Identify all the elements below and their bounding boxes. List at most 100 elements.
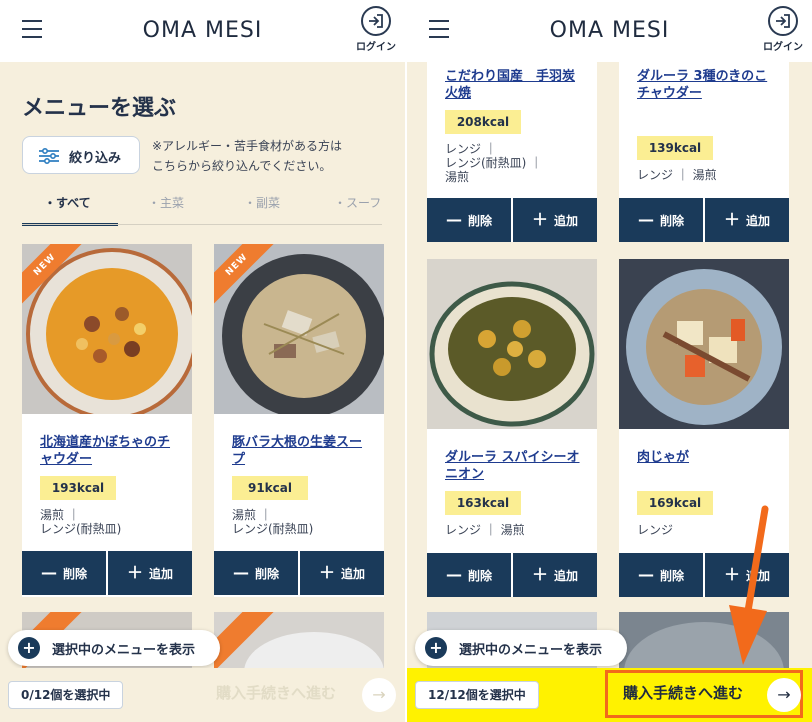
arrow-right-icon[interactable]: → bbox=[767, 678, 801, 712]
menu-card[interactable]: ダルーラ スパイシーオニオン 163kcal レンジ ｜ 湯煎 — 削除 ＋ 追加 bbox=[427, 259, 597, 597]
food-image-spicy-onion[interactable] bbox=[427, 259, 597, 429]
proceed-to-checkout-button[interactable]: 購入手続きへ進む bbox=[623, 682, 743, 703]
filter-sliders-icon bbox=[39, 147, 59, 168]
menu-card[interactable]: こだわり国産 手羽炭火焼 208kcal レンジ ｜ レンジ(耐熱皿) ｜ 湯煎… bbox=[427, 62, 597, 242]
app-header: OMA MESI ログイン bbox=[0, 0, 405, 62]
card-actions: — 削除 ＋ 追加 bbox=[427, 198, 597, 242]
tab-all[interactable]: ・すべて bbox=[22, 194, 118, 226]
card-actions: — 削除 ＋ 追加 bbox=[22, 551, 192, 595]
calorie-badge: 163kcal bbox=[445, 491, 521, 515]
tabs-divider bbox=[22, 224, 382, 225]
arrow-right-icon[interactable]: → bbox=[362, 678, 396, 712]
plus-icon: ＋ bbox=[723, 210, 740, 229]
menu-name-link[interactable]: 豚バラ大根の生姜スープ bbox=[232, 434, 372, 468]
tab-side-dish[interactable]: ・副菜 bbox=[244, 194, 280, 226]
filter-note-line: こちらから絞り込んでください。 bbox=[152, 159, 332, 173]
menu-name-link[interactable]: 北海道産かぼちゃのチャウダー bbox=[40, 434, 180, 468]
delete-label: 削除 bbox=[467, 569, 492, 583]
cooking-method: レンジ ｜ レンジ(耐熱皿) ｜ 湯煎 bbox=[445, 142, 543, 184]
tab-soup[interactable]: ・スーフ bbox=[334, 194, 381, 226]
login-icon bbox=[361, 6, 391, 36]
login-label: ログイン bbox=[356, 42, 396, 53]
cooking-method: 湯煎 ｜ レンジ(耐熱皿) bbox=[40, 508, 122, 536]
menu-name-link[interactable]: 肉じゃが bbox=[637, 449, 777, 466]
minus-icon: — bbox=[637, 565, 654, 584]
cooking-method: レンジ ｜ 湯煎 bbox=[445, 523, 525, 537]
calorie-badge: 91kcal bbox=[232, 476, 308, 500]
delete-button[interactable]: — 削除 bbox=[214, 551, 298, 595]
filter-note-line: ※アレルギー・苦手食材がある方は bbox=[152, 139, 343, 153]
add-button[interactable]: ＋ 追加 bbox=[513, 198, 597, 242]
menu-name-link[interactable]: ダルーラ スパイシーオニオン bbox=[445, 449, 585, 483]
tab-main-dish[interactable]: ・主菜 bbox=[148, 194, 184, 226]
menu-screen-after: OMA MESI ログイン こだわり国産 手羽炭火焼 208kcal レンジ ｜… bbox=[407, 0, 812, 722]
filter-button[interactable]: 絞り込み bbox=[22, 136, 140, 174]
page-title: メニューを選ぶ bbox=[22, 96, 177, 121]
plus-icon: ＋ bbox=[531, 210, 548, 229]
plus-icon: + bbox=[18, 637, 40, 659]
food-image-pumpkin-chowder[interactable]: NEW bbox=[22, 244, 192, 414]
show-selected-button[interactable]: + 選択中のメニューを表示 bbox=[8, 630, 220, 666]
add-label: 追加 bbox=[746, 214, 771, 228]
cooking-method: レンジ ｜ 湯煎 bbox=[637, 168, 717, 182]
plus-icon: ＋ bbox=[126, 563, 143, 582]
cooking-method: 湯煎 ｜ レンジ(耐熱皿) bbox=[232, 508, 314, 536]
card-actions: — 削除 ＋ 追加 bbox=[619, 198, 789, 242]
delete-button[interactable]: — 削除 bbox=[427, 553, 511, 597]
minus-icon: — bbox=[232, 563, 249, 582]
show-selected-button[interactable]: + 選択中のメニューを表示 bbox=[415, 630, 627, 666]
calorie-badge: 208kcal bbox=[445, 110, 521, 134]
proceed-to-checkout-button[interactable]: 購入手続きへ進む bbox=[216, 682, 336, 703]
menu-card[interactable]: ダルーラ 3種のきのこチャウダー 139kcal レンジ ｜ 湯煎 — 削除 ＋ 追… bbox=[619, 62, 789, 242]
selection-count: 0/12個を選択中 bbox=[8, 681, 124, 709]
delete-button[interactable]: — 削除 bbox=[22, 551, 106, 595]
login-button[interactable]: ログイン bbox=[760, 6, 806, 58]
add-label: 追加 bbox=[341, 567, 366, 581]
minus-icon: — bbox=[445, 210, 462, 229]
show-selected-label: 選択中のメニューを表示 bbox=[52, 643, 196, 658]
delete-button[interactable]: — 削除 bbox=[427, 198, 511, 242]
delete-label: 削除 bbox=[62, 567, 87, 581]
minus-icon: — bbox=[637, 210, 654, 229]
menu-card[interactable]: NEW 豚バラ大根の生姜スープ 91kcal 湯煎 ｜ レンジ(耐熱皿) — 削除… bbox=[214, 244, 384, 597]
delete-label: 削除 bbox=[659, 569, 684, 583]
food-image-nikujaga[interactable] bbox=[619, 259, 789, 429]
show-selected-label: 選択中のメニューを表示 bbox=[459, 643, 603, 658]
plus-icon: ＋ bbox=[318, 563, 335, 582]
add-button[interactable]: ＋ 追加 bbox=[108, 551, 192, 595]
add-button[interactable]: ＋ 追加 bbox=[705, 198, 789, 242]
plus-icon: ＋ bbox=[531, 565, 548, 584]
login-label: ログイン bbox=[763, 42, 803, 53]
filter-label: 絞り込み bbox=[69, 151, 122, 166]
checkout-footer: 0/12個を選択中 購入手続きへ進む → bbox=[0, 668, 405, 722]
add-button[interactable]: ＋ 追加 bbox=[513, 553, 597, 597]
minus-icon: — bbox=[445, 565, 462, 584]
delete-label: 削除 bbox=[254, 567, 279, 581]
menu-name-link[interactable]: こだわり国産 手羽炭火焼 bbox=[445, 68, 585, 102]
menu-screen-before: OMA MESI ログイン メニューを選ぶ 絞り込み ※アレルギー・苦手食材があ… bbox=[0, 0, 405, 722]
selection-count: 12/12個を選択中 bbox=[415, 681, 539, 709]
add-button[interactable]: ＋ 追加 bbox=[300, 551, 384, 595]
calorie-badge: 169kcal bbox=[637, 491, 713, 515]
app-logo[interactable]: OMA MESI bbox=[407, 18, 812, 43]
category-tabs: ・すべて ・主菜 ・副菜 ・スーフ bbox=[22, 194, 402, 226]
minus-icon: — bbox=[40, 563, 57, 582]
annotation-arrow bbox=[729, 505, 769, 665]
menu-card[interactable]: NEW 北海道産かぼちゃのチャウダー 193kcal 湯煎 ｜ レンジ(耐熱皿)… bbox=[22, 244, 192, 597]
menu-name-link[interactable]: ダルーラ 3種のきのこチャウダー bbox=[637, 68, 777, 102]
add-label: 追加 bbox=[554, 569, 579, 583]
login-icon bbox=[768, 6, 798, 36]
plus-icon: + bbox=[425, 637, 447, 659]
login-button[interactable]: ログイン bbox=[353, 6, 399, 58]
delete-label: 削除 bbox=[659, 214, 684, 228]
food-image-pork-radish-soup[interactable]: NEW bbox=[214, 244, 384, 414]
calorie-badge: 139kcal bbox=[637, 136, 713, 160]
add-label: 追加 bbox=[149, 567, 174, 581]
delete-button[interactable]: — 削除 bbox=[619, 553, 703, 597]
app-logo[interactable]: OMA MESI bbox=[0, 18, 405, 43]
checkout-footer: 12/12個を選択中 購入手続きへ進む → bbox=[407, 668, 812, 722]
delete-button[interactable]: — 削除 bbox=[619, 198, 703, 242]
menu-card[interactable] bbox=[214, 612, 384, 672]
add-label: 追加 bbox=[554, 214, 579, 228]
app-header: OMA MESI ログイン bbox=[407, 0, 812, 62]
